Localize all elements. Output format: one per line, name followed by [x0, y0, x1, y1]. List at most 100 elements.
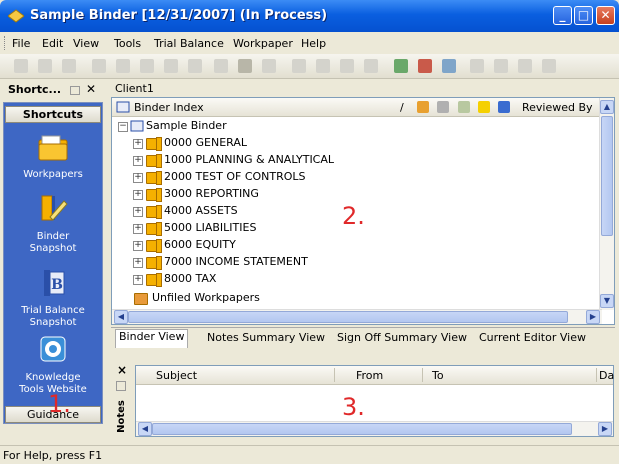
to-column[interactable]: To: [432, 369, 444, 382]
print-icon[interactable]: [92, 59, 106, 73]
column-divider: [334, 368, 335, 382]
tree-item[interactable]: + 0000 GENERAL: [112, 135, 592, 152]
close-button[interactable]: ✕: [596, 6, 615, 25]
tree-root[interactable]: − Sample Binder: [112, 118, 592, 135]
scroll-left-icon[interactable]: ◀: [114, 310, 128, 324]
chart-icon[interactable]: [238, 59, 252, 73]
tree-item[interactable]: + 7000 INCOME STATEMENT: [112, 254, 592, 271]
expand-icon[interactable]: +: [133, 139, 143, 149]
pin-icon[interactable]: [70, 86, 80, 95]
tab-notes-summary-view[interactable]: Notes Summary View: [207, 331, 325, 344]
menu-help[interactable]: Help: [301, 37, 326, 50]
add-workpaper-icon[interactable]: [394, 59, 408, 73]
expand-icon[interactable]: +: [133, 275, 143, 285]
properties-icon[interactable]: [364, 59, 378, 73]
title-bar[interactable]: Sample Binder [12/31/2007] (In Process) …: [0, 0, 619, 32]
scroll-right-icon[interactable]: ▶: [586, 310, 600, 324]
menu-view[interactable]: View: [73, 37, 99, 50]
scroll-down-icon[interactable]: ▼: [600, 294, 614, 308]
shortcut-workpapers[interactable]: Workpapers: [4, 135, 102, 181]
remove-workpaper-icon[interactable]: [418, 59, 432, 73]
tab-binder-view[interactable]: Binder View: [115, 329, 189, 348]
notes-pin-icon[interactable]: [116, 381, 126, 391]
copy-icon[interactable]: [116, 59, 130, 73]
tree-vertical-scrollbar[interactable]: ▲ ▼: [599, 98, 614, 310]
menu-file[interactable]: File: [12, 37, 30, 50]
signoff-icon[interactable]: [442, 59, 456, 73]
tree-item-label: 5000 LIABILITIES: [164, 221, 257, 234]
scroll-left-icon[interactable]: ◀: [138, 422, 152, 436]
scroll-right-icon[interactable]: ▶: [598, 422, 612, 436]
subject-column[interactable]: Subject: [156, 369, 197, 382]
menu-edit[interactable]: Edit: [42, 37, 63, 50]
check-column-icon[interactable]: [498, 101, 510, 113]
tree-item[interactable]: + 8000 TAX: [112, 271, 592, 288]
shortcut-trial-balance-snapshot[interactable]: B Trial Balance Snapshot: [4, 269, 102, 329]
edit-icon[interactable]: [214, 59, 228, 73]
tree-item[interactable]: + 3000 REPORTING: [112, 186, 592, 203]
move-icon[interactable]: [340, 59, 354, 73]
save-icon[interactable]: [62, 59, 76, 73]
tab-current-editor-view[interactable]: Current Editor View: [479, 331, 586, 344]
diamond-column-icon[interactable]: [458, 101, 470, 113]
shortcuts-close-icon[interactable]: ✕: [86, 82, 96, 96]
slash-column[interactable]: /: [400, 101, 404, 114]
expand-icon[interactable]: +: [133, 173, 143, 183]
settings-icon[interactable]: [164, 59, 178, 73]
expand-icon[interactable]: +: [133, 156, 143, 166]
notes-close-icon[interactable]: ×: [117, 363, 127, 377]
expand-icon[interactable]: +: [133, 241, 143, 251]
tree-item[interactable]: + 2000 TEST OF CONTROLS: [112, 169, 592, 186]
lock-icon[interactable]: [494, 59, 508, 73]
scroll-up-icon[interactable]: ▲: [600, 100, 614, 114]
vertical-scroll-thumb[interactable]: [601, 116, 613, 236]
paste-icon[interactable]: [316, 59, 330, 73]
warning-column-icon[interactable]: [478, 101, 490, 113]
shortcut-knowledge-tools[interactable]: Knowledge Tools Website: [4, 336, 102, 396]
maximize-button[interactable]: □: [574, 6, 593, 25]
new-binder-icon[interactable]: [14, 59, 28, 73]
tree-item-label: 7000 INCOME STATEMENT: [164, 255, 308, 268]
lock-column-icon[interactable]: [417, 101, 429, 113]
tree-item-label: 4000 ASSETS: [164, 204, 238, 217]
horizontal-scroll-thumb[interactable]: [152, 423, 572, 435]
tree-item[interactable]: + 6000 EQUITY: [112, 237, 592, 254]
status-bar: For Help, press F1: [0, 445, 619, 464]
notes-side-label[interactable]: Notes: [116, 400, 127, 433]
binder-index-column[interactable]: Binder Index: [134, 101, 204, 114]
document-icon[interactable]: [188, 59, 202, 73]
expand-icon[interactable]: +: [133, 190, 143, 200]
tree-root-label: Sample Binder: [146, 119, 227, 132]
tab-sign-off-summary-view[interactable]: Sign Off Summary View: [337, 331, 467, 344]
tree-horizontal-scrollbar[interactable]: ◀ ▶: [112, 309, 602, 324]
horizontal-scroll-thumb[interactable]: [128, 311, 568, 323]
expand-icon[interactable]: +: [133, 258, 143, 268]
tab-notes-summary-label: Notes Summary View: [207, 331, 326, 344]
minimize-button[interactable]: _: [553, 6, 572, 25]
shortcut-binder-snapshot[interactable]: Binder Snapshot: [4, 193, 102, 255]
link-chain-icon[interactable]: [542, 59, 556, 73]
expand-icon[interactable]: +: [133, 224, 143, 234]
open-icon[interactable]: [38, 59, 52, 73]
shortcuts-panel-title: Shortc...: [8, 83, 62, 96]
review-icon[interactable]: [470, 59, 484, 73]
from-column[interactable]: From: [356, 369, 383, 382]
link-column-icon[interactable]: [437, 101, 449, 113]
refresh-icon[interactable]: [140, 59, 154, 73]
cut-icon[interactable]: [292, 59, 306, 73]
date-column[interactable]: Da: [599, 369, 614, 382]
menu-workpaper[interactable]: Workpaper: [233, 37, 293, 50]
menubar-grip[interactable]: [4, 36, 7, 50]
unlock-icon[interactable]: [518, 59, 532, 73]
collapse-root-icon[interactable]: −: [118, 122, 128, 132]
tree-item[interactable]: + 1000 PLANNING & ANALYTICAL: [112, 152, 592, 169]
notes-horizontal-scrollbar[interactable]: ◀ ▶: [136, 421, 613, 436]
shortcuts-tab[interactable]: Shortcuts: [5, 106, 101, 123]
unfiled-workpapers[interactable]: Unfiled Workpapers: [112, 290, 592, 307]
reviewed-by-column[interactable]: Reviewed By: [522, 101, 593, 114]
menu-trial-balance[interactable]: Trial Balance: [154, 37, 224, 50]
tab-marker-icon: [156, 171, 162, 185]
link-icon[interactable]: [262, 59, 276, 73]
menu-tools[interactable]: Tools: [114, 37, 141, 50]
expand-icon[interactable]: +: [133, 207, 143, 217]
